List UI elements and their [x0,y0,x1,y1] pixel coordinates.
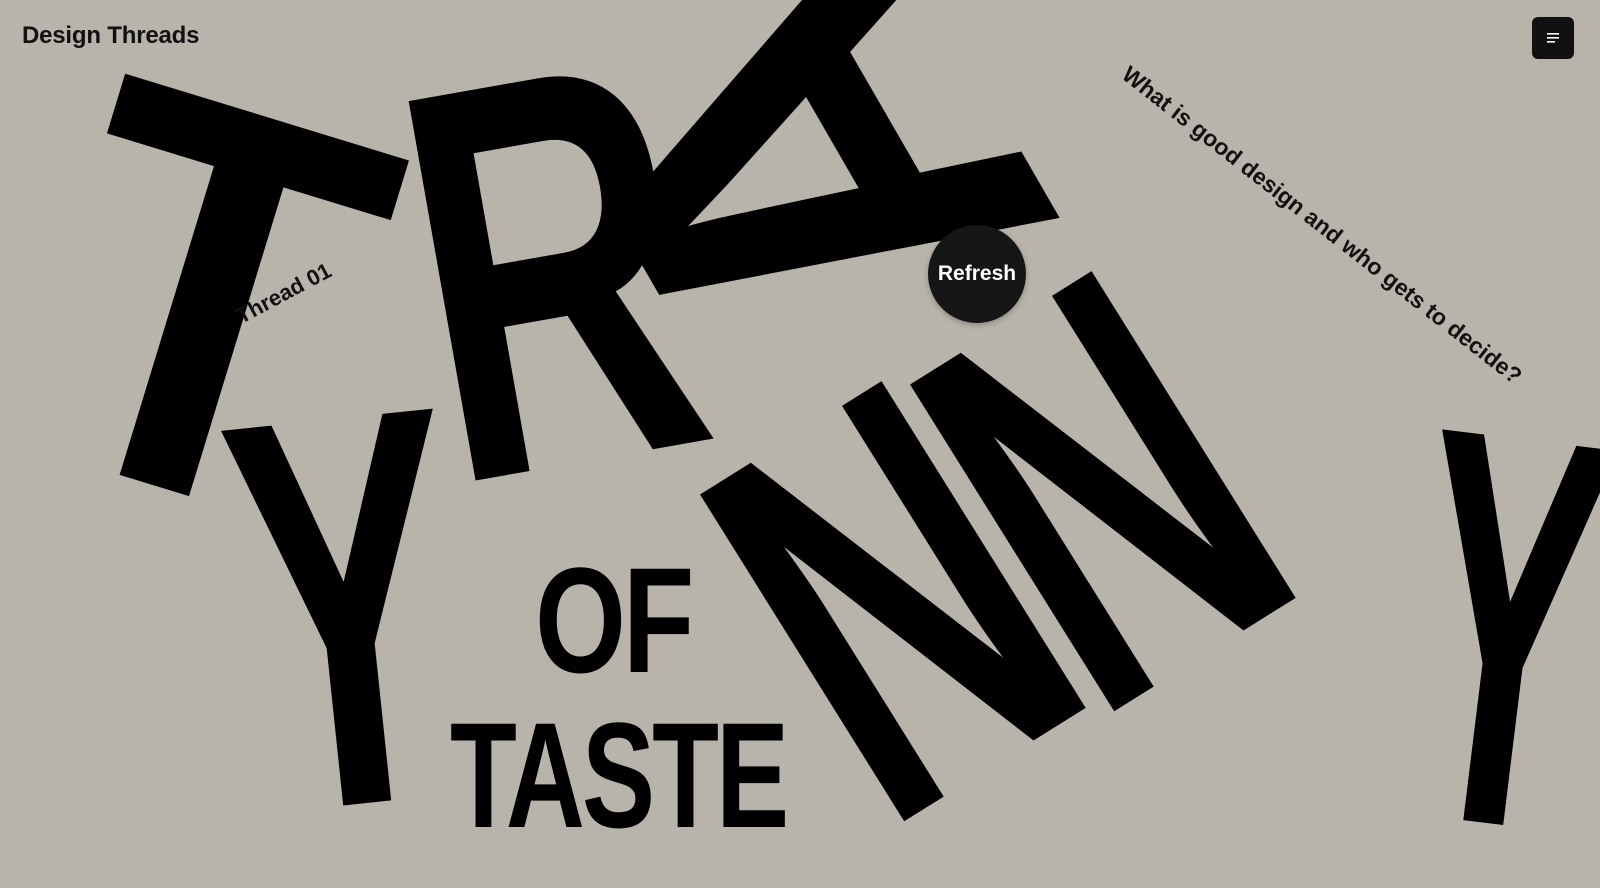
menu-button[interactable] [1532,17,1574,59]
page: Design Threads T R A Y N N Y OF TASTE Th… [0,0,1600,888]
menu-icon [1547,33,1559,43]
question-text: What is good design and who gets to deci… [1117,60,1528,389]
subtitle-of: OF [535,536,694,704]
title-letter-y-right: Y [1375,307,1600,888]
refresh-button[interactable]: Refresh [928,225,1026,323]
brand-logo[interactable]: Design Threads [22,22,199,50]
subtitle-taste: TASTE [450,691,789,859]
